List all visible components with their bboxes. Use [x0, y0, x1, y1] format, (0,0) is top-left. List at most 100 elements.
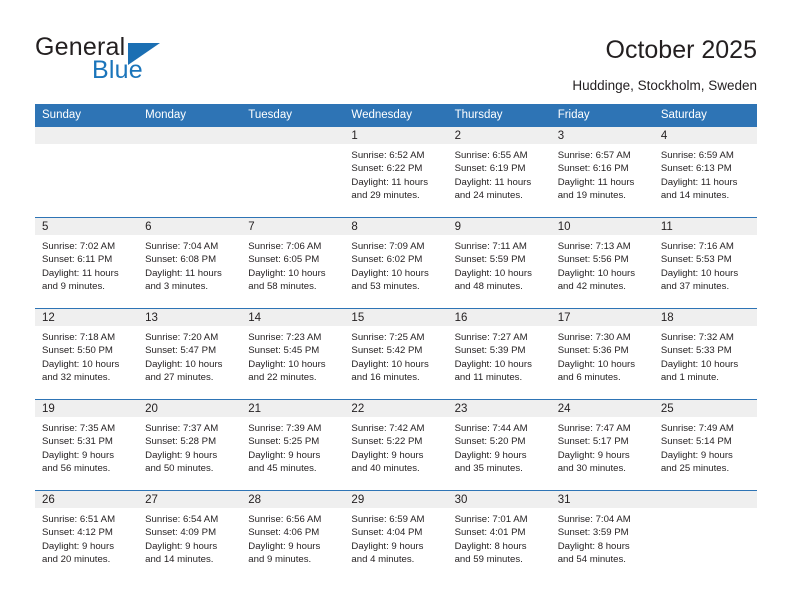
calendar-page: General Blue October 2025 Huddinge, Stoc…	[0, 0, 792, 612]
day-sun-info: Sunrise: 7:39 AM Sunset: 5:25 PM Daylight:…	[241, 417, 344, 475]
day-sun-info: Sunrise: 7:09 AM Sunset: 6:02 PM Daylight:…	[344, 235, 447, 293]
calendar-day-cell[interactable]: 29 Sunrise: 6:59 AM Sunset: 4:04 PM Dayligh…	[344, 490, 448, 581]
calendar-day-cell[interactable]: 22 Sunrise: 7:42 AM Sunset: 5:22 PM Dayligh…	[344, 399, 448, 491]
daylight-duration-line2: and 27 minutes.	[145, 371, 214, 383]
calendar-day-cell[interactable]: 15 Sunrise: 7:25 AM Sunset: 5:42 PM Dayligh…	[344, 308, 448, 400]
calendar-day-cell[interactable]: 18 Sunrise: 7:32 AM Sunset: 5:33 PM Dayligh…	[653, 308, 757, 400]
page-title: October 2025	[605, 36, 758, 64]
calendar-day-cell[interactable]: 6 Sunrise: 7:04 AM Sunset: 6:08 PM Daylight…	[138, 217, 242, 309]
calendar-day-cell-empty	[653, 490, 757, 581]
day-number	[241, 127, 345, 144]
calendar-day-cell[interactable]: 2 Sunrise: 6:55 AM Sunset: 6:19 PM Daylight…	[447, 126, 551, 218]
daylight-duration-line1: Daylight: 11 hours	[145, 267, 222, 279]
sunrise-time: Sunrise: 6:52 AM	[351, 150, 425, 161]
sunset-time: Sunset: 5:36 PM	[557, 345, 629, 357]
day-sun-info: Sunrise: 7:49 AM Sunset: 5:14 PM Daylight:…	[654, 417, 757, 475]
daylight-duration-line1: Daylight: 10 hours	[454, 358, 532, 370]
day-number: 31	[550, 491, 654, 508]
calendar-day-cell[interactable]: 11 Sunrise: 7:16 AM Sunset: 5:53 PM Dayligh…	[653, 217, 757, 309]
day-number: 11	[653, 218, 757, 235]
calendar-day-cell[interactable]: 17 Sunrise: 7:30 AM Sunset: 5:36 PM Dayligh…	[550, 308, 654, 400]
day-number: 13	[138, 309, 242, 326]
sunset-time: Sunset: 6:13 PM	[660, 163, 732, 175]
day-number	[653, 491, 757, 508]
calendar-day-cell[interactable]: 13 Sunrise: 7:20 AM Sunset: 5:47 PM Dayligh…	[138, 308, 242, 400]
weekday-header-monday: Monday	[138, 104, 242, 127]
calendar-day-cell[interactable]: 14 Sunrise: 7:23 AM Sunset: 5:45 PM Dayligh…	[241, 308, 345, 400]
sunset-time: Sunset: 5:45 PM	[248, 345, 320, 357]
sunset-time: Sunset: 6:16 PM	[557, 163, 629, 175]
calendar-day-cell[interactable]: 7 Sunrise: 7:06 AM Sunset: 6:05 PM Daylight…	[241, 217, 345, 309]
calendar-day-cell[interactable]: 23 Sunrise: 7:44 AM Sunset: 5:20 PM Dayligh…	[447, 399, 551, 491]
general-blue-logo[interactable]: General Blue	[35, 33, 235, 91]
calendar-day-cell[interactable]: 20 Sunrise: 7:37 AM Sunset: 5:28 PM Dayligh…	[138, 399, 242, 491]
day-number	[35, 127, 139, 144]
calendar-day-cell[interactable]: 9 Sunrise: 7:11 AM Sunset: 5:59 PM Daylight…	[447, 217, 551, 309]
day-sun-info: Sunrise: 7:04 AM Sunset: 6:08 PM Daylight:…	[138, 235, 241, 293]
calendar-day-cell[interactable]: 10 Sunrise: 7:13 AM Sunset: 5:56 PM Dayligh…	[550, 217, 654, 309]
daylight-duration-line1: Daylight: 10 hours	[248, 267, 326, 279]
sunrise-time: Sunrise: 7:04 AM	[557, 514, 631, 525]
daylight-duration-line2: and 4 minutes.	[351, 553, 415, 565]
calendar-day-cell[interactable]: 25 Sunrise: 7:49 AM Sunset: 5:14 PM Dayligh…	[653, 399, 757, 491]
day-sun-info: Sunrise: 7:35 AM Sunset: 5:31 PM Daylight:…	[35, 417, 138, 475]
calendar-day-cell[interactable]: 21 Sunrise: 7:39 AM Sunset: 5:25 PM Dayligh…	[241, 399, 345, 491]
calendar-day-cell[interactable]: 31 Sunrise: 7:04 AM Sunset: 3:59 PM Dayligh…	[550, 490, 654, 581]
calendar-day-cell[interactable]: 28 Sunrise: 6:56 AM Sunset: 4:06 PM Dayligh…	[241, 490, 345, 581]
sunset-time: Sunset: 5:20 PM	[454, 436, 526, 448]
sunrise-time: Sunrise: 7:44 AM	[454, 423, 528, 434]
calendar-day-cell[interactable]: 16 Sunrise: 7:27 AM Sunset: 5:39 PM Dayligh…	[447, 308, 551, 400]
sunrise-time: Sunrise: 6:55 AM	[454, 150, 528, 161]
day-sun-info: Sunrise: 7:44 AM Sunset: 5:20 PM Daylight:…	[448, 417, 551, 475]
day-number: 16	[447, 309, 551, 326]
day-number: 14	[241, 309, 345, 326]
sunset-time: Sunset: 5:42 PM	[351, 345, 423, 357]
day-number: 5	[35, 218, 139, 235]
sunset-time: Sunset: 5:28 PM	[145, 436, 217, 448]
daylight-duration-line1: Daylight: 8 hours	[557, 540, 630, 552]
daylight-duration-line1: Daylight: 9 hours	[660, 449, 733, 461]
day-sun-info: Sunrise: 6:51 AM Sunset: 4:12 PM Daylight:…	[35, 508, 138, 566]
calendar-day-cell[interactable]: 5 Sunrise: 7:02 AM Sunset: 6:11 PM Daylight…	[35, 217, 139, 309]
calendar-day-cell[interactable]: 4 Sunrise: 6:59 AM Sunset: 6:13 PM Daylight…	[653, 126, 757, 218]
calendar-day-cell[interactable]: 27 Sunrise: 6:54 AM Sunset: 4:09 PM Dayligh…	[138, 490, 242, 581]
calendar-day-cell[interactable]: 30 Sunrise: 7:01 AM Sunset: 4:01 PM Dayligh…	[447, 490, 551, 581]
sunset-time: Sunset: 5:25 PM	[248, 436, 320, 448]
calendar-day-cell[interactable]: 1 Sunrise: 6:52 AM Sunset: 6:22 PM Daylight…	[344, 126, 448, 218]
calendar-day-cell-empty	[241, 126, 345, 218]
daylight-duration-line2: and 9 minutes.	[42, 280, 105, 292]
day-sun-info: Sunrise: 6:59 AM Sunset: 6:13 PM Daylight:…	[654, 144, 757, 202]
day-sun-info: Sunrise: 6:54 AM Sunset: 4:09 PM Daylight:…	[138, 508, 241, 566]
day-sun-info: Sunrise: 6:56 AM Sunset: 4:06 PM Daylight:…	[241, 508, 344, 566]
calendar-day-cell[interactable]: 19 Sunrise: 7:35 AM Sunset: 5:31 PM Dayligh…	[35, 399, 139, 491]
daylight-duration-line1: Daylight: 10 hours	[660, 358, 739, 370]
day-sun-info: Sunrise: 7:02 AM Sunset: 6:11 PM Daylight:…	[35, 235, 138, 293]
sunset-time: Sunset: 5:22 PM	[351, 436, 423, 448]
calendar-day-cell[interactable]: 8 Sunrise: 7:09 AM Sunset: 6:02 PM Daylight…	[344, 217, 448, 309]
daylight-duration-line2: and 9 minutes.	[248, 553, 312, 565]
weekday-header-thursday: Thursday	[447, 104, 551, 127]
daylight-duration-line1: Daylight: 9 hours	[454, 449, 527, 461]
day-number: 25	[653, 400, 757, 417]
calendar-day-cell[interactable]: 3 Sunrise: 6:57 AM Sunset: 6:16 PM Daylight…	[550, 126, 654, 218]
sunrise-time: Sunrise: 7:39 AM	[248, 423, 322, 434]
day-sun-info: Sunrise: 7:20 AM Sunset: 5:47 PM Daylight:…	[138, 326, 241, 384]
day-sun-info: Sunrise: 6:52 AM Sunset: 6:22 PM Daylight:…	[344, 144, 447, 202]
calendar-week-row: 5 Sunrise: 7:02 AM Sunset: 6:11 PM Daylight…	[35, 217, 757, 309]
daylight-duration-line2: and 30 minutes.	[557, 462, 626, 474]
calendar-day-cell[interactable]: 12 Sunrise: 7:18 AM Sunset: 5:50 PM Dayligh…	[35, 308, 139, 400]
day-number: 15	[344, 309, 448, 326]
day-number: 21	[241, 400, 345, 417]
daylight-duration-line1: Daylight: 11 hours	[351, 176, 429, 188]
day-number: 2	[447, 127, 551, 144]
day-sun-info: Sunrise: 7:04 AM Sunset: 3:59 PM Daylight:…	[551, 508, 654, 566]
day-number: 29	[344, 491, 448, 508]
sunset-time: Sunset: 5:39 PM	[454, 345, 526, 357]
sunrise-time: Sunrise: 7:23 AM	[248, 332, 322, 343]
calendar-day-cell[interactable]: 26 Sunrise: 6:51 AM Sunset: 4:12 PM Dayligh…	[35, 490, 139, 581]
sunrise-time: Sunrise: 7:18 AM	[42, 332, 116, 343]
daylight-duration-line2: and 11 minutes.	[454, 371, 523, 383]
daylight-duration-line2: and 24 minutes.	[454, 189, 523, 201]
daylight-duration-line2: and 14 minutes.	[145, 553, 214, 565]
calendar-day-cell[interactable]: 24 Sunrise: 7:47 AM Sunset: 5:17 PM Dayligh…	[550, 399, 654, 491]
